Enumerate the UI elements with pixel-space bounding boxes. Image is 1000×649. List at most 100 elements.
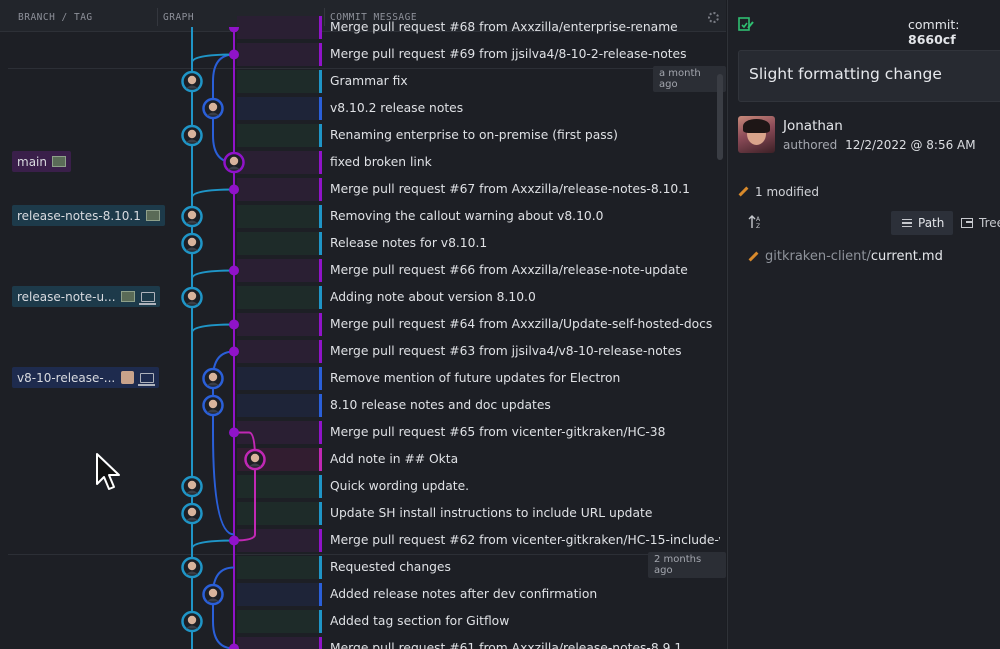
merge-node xyxy=(229,643,239,649)
commit-graph-panel: BRANCH / TAG GRAPH COMMIT MESSAGE Merge … xyxy=(0,0,726,649)
commit-message: Added tag section for Gitflow xyxy=(330,614,510,628)
merge-node xyxy=(229,27,239,33)
file-directory: gitkraken-client/ xyxy=(765,249,871,264)
commit-message: Release notes for v8.10.1 xyxy=(330,236,488,250)
merge-node xyxy=(229,184,239,195)
commit-message: Merge pull request #69 from jjsilva4/8-1… xyxy=(330,47,687,61)
graph-merge-curve xyxy=(191,269,235,279)
graph-merge-curve xyxy=(191,323,235,333)
branch-label-v8-10-release[interactable]: v8-10-release-... xyxy=(12,367,160,388)
commit-message: v8.10.2 release notes xyxy=(330,101,464,115)
tab-tree-label: Tree xyxy=(979,216,1000,230)
avatar-face xyxy=(187,507,197,517)
commit-edit-icon[interactable] xyxy=(738,16,754,32)
author-thumbnail xyxy=(51,156,66,167)
tab-path-label: Path xyxy=(918,216,945,230)
authored-info: authored 12/2/2022 @ 8:56 AM xyxy=(783,138,976,152)
mouse-cursor-icon xyxy=(96,453,120,490)
avatar-face xyxy=(208,102,218,112)
pencil-icon xyxy=(738,187,748,197)
avatar-face xyxy=(187,480,197,490)
avatar-face xyxy=(187,210,197,220)
commit-message: Merge pull request #63 from jjsilva4/v8-… xyxy=(330,344,682,358)
avatar-face xyxy=(187,291,197,301)
commit-message: Quick wording update. xyxy=(330,479,470,493)
author-thumbnail xyxy=(145,210,160,221)
pencil-icon xyxy=(748,252,758,262)
commit-summary-text: Slight formatting change xyxy=(749,65,942,83)
graph-branch-curve xyxy=(212,566,235,649)
author-thumbnail xyxy=(120,291,135,302)
branch-label-text: release-note-u... xyxy=(17,289,116,304)
tab-tree[interactable]: Tree xyxy=(961,211,1000,235)
commit-message: Merge pull request #68 from Axxzilla/ent… xyxy=(330,20,678,34)
laptop-icon xyxy=(138,372,156,386)
commit-message: Merge pull request #67 from Axxzilla/rel… xyxy=(330,182,690,196)
commit-message: Merge pull request #66 from Axxzilla/rel… xyxy=(330,263,688,277)
commit-message: Removing the callout warning about v8.10… xyxy=(330,209,604,223)
commit-message: Add note in ## Okta xyxy=(330,452,459,466)
modified-summary: 1 modified xyxy=(738,185,819,199)
commit-message: Merge pull request #64 from Axxzilla/Upd… xyxy=(330,317,713,331)
list-icon xyxy=(902,219,912,227)
graph-branch-curve xyxy=(233,431,256,542)
file-name: current.md xyxy=(870,249,943,264)
merge-node xyxy=(229,49,239,60)
file-list-item[interactable]: gitkraken-client/ current.md xyxy=(748,249,943,264)
graph-merge-curve xyxy=(191,539,235,549)
commit-message: fixed broken link xyxy=(330,155,432,169)
avatar-face xyxy=(208,588,218,598)
commit-details-panel: commit: 8660cf Slight formatting change … xyxy=(727,0,1000,649)
graph-merge-curve xyxy=(191,188,235,198)
branch-label-release-notes-8-10-1[interactable]: release-notes-8.10.1 xyxy=(12,205,165,226)
laptop-icon xyxy=(138,291,156,305)
merge-node xyxy=(229,265,239,276)
avatar-face xyxy=(229,156,239,166)
tab-path[interactable]: Path xyxy=(891,211,953,235)
commit-message: Renaming enterprise to on-premise (first… xyxy=(330,128,618,142)
commit-sha[interactable]: commit: 8660cf xyxy=(908,17,1000,47)
merge-node xyxy=(229,427,239,438)
commit-message: Update SH install instructions to includ… xyxy=(330,506,653,520)
avatar-face xyxy=(187,561,197,571)
commit-message: Adding note about version 8.10.0 xyxy=(330,290,536,304)
branch-label-text: release-notes-8.10.1 xyxy=(17,208,141,223)
author-name: Jonathan xyxy=(783,118,843,134)
time-marker: a month ago xyxy=(653,66,726,92)
author-thumbnail xyxy=(121,371,135,384)
avatar-face xyxy=(187,129,197,139)
avatar xyxy=(738,116,775,153)
commit-message: Merge pull request #62 from vicenter-git… xyxy=(330,533,720,547)
commit-sha-value: 8660cf xyxy=(908,32,956,47)
commit-message: Added release notes after dev confirmati… xyxy=(330,587,598,601)
commit-graph xyxy=(181,27,266,649)
avatar-face xyxy=(208,372,218,382)
commit-message: Merge pull request #65 from vicenter-git… xyxy=(330,425,666,439)
merge-node xyxy=(229,346,239,357)
commit-summary-field[interactable]: Slight formatting change xyxy=(738,50,1000,102)
commit-message: 8.10 release notes and doc updates xyxy=(330,398,551,412)
branch-label-main[interactable]: main xyxy=(12,151,71,172)
commit-message: Merge pull request #61 from Axxzilla/rel… xyxy=(330,641,683,649)
branch-label-text: v8-10-release-... xyxy=(17,370,116,385)
sort-az-icon[interactable]: A Z xyxy=(748,214,764,230)
branch-label-text: main xyxy=(17,154,47,169)
branch-label-release-note-update[interactable]: release-note-u... xyxy=(12,286,160,307)
avatar-face xyxy=(187,615,197,625)
merge-node xyxy=(229,319,239,330)
avatar-face xyxy=(250,453,260,463)
avatar-face xyxy=(208,399,218,409)
merge-node xyxy=(229,535,239,546)
avatar-face xyxy=(187,75,197,85)
commit-message: Remove mention of future updates for Ele… xyxy=(330,371,621,385)
avatar-face xyxy=(187,237,197,247)
svg-text:Z: Z xyxy=(756,223,760,230)
time-marker: 2 months ago xyxy=(648,552,726,578)
tree-icon xyxy=(961,218,973,228)
scrollbar[interactable] xyxy=(717,74,723,160)
commit-sha-label: commit: xyxy=(908,17,960,32)
authored-label: authored xyxy=(783,138,838,152)
authored-date: 12/2/2022 @ 8:56 AM xyxy=(845,138,976,152)
modified-count: 1 modified xyxy=(755,185,819,199)
svg-text:A: A xyxy=(756,216,761,223)
